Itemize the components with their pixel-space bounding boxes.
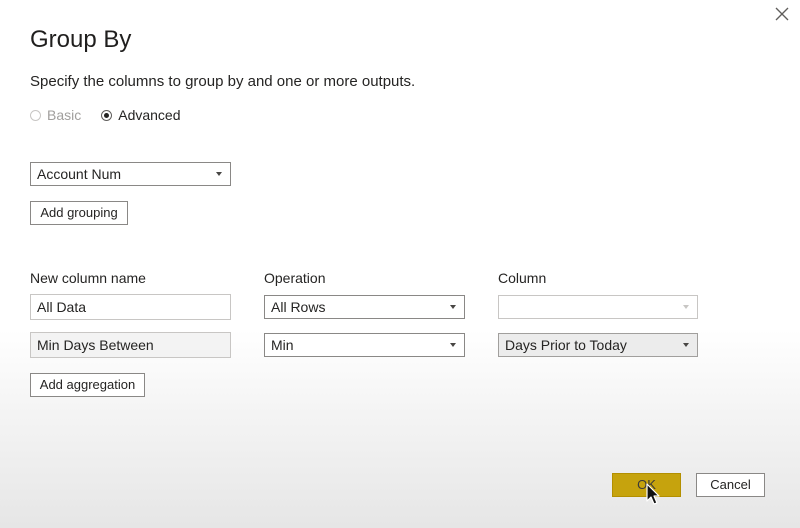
new-column-name-input[interactable]: Min Days Between <box>30 332 231 358</box>
basic-radio[interactable] <box>30 109 41 121</box>
add-aggregation-button[interactable]: Add aggregation <box>30 373 145 397</box>
dialog-subtitle: Specify the columns to group by and one … <box>30 73 416 90</box>
chevron-down-icon <box>450 343 456 347</box>
column-dropdown[interactable]: Days Prior to Today <box>498 333 698 357</box>
dialog-title: Group By <box>30 26 132 53</box>
operation-dropdown[interactable]: Min <box>264 333 465 357</box>
chevron-down-icon <box>216 172 222 176</box>
add-grouping-button[interactable]: Add grouping <box>30 201 128 225</box>
chevron-down-icon <box>683 305 689 309</box>
operation-dropdown[interactable]: All Rows <box>264 295 465 319</box>
group-by-column-dropdown[interactable]: Account Num <box>30 162 231 186</box>
new-column-name-header: New column name <box>30 270 146 286</box>
mode-radio-group: Basic Advanced <box>30 107 181 123</box>
mouse-pointer-icon <box>646 483 662 507</box>
basic-radio-label[interactable]: Basic <box>47 107 81 123</box>
group-by-column-value: Account Num <box>37 166 122 182</box>
cancel-button[interactable]: Cancel <box>696 473 765 497</box>
new-column-name-input[interactable]: All Data <box>30 294 231 320</box>
chevron-down-icon <box>683 343 689 347</box>
operation-header: Operation <box>264 270 326 286</box>
column-dropdown[interactable] <box>498 295 698 319</box>
column-value: Days Prior to Today <box>505 337 627 353</box>
advanced-radio-label[interactable]: Advanced <box>118 107 180 123</box>
operation-value: Min <box>271 337 294 353</box>
chevron-down-icon <box>450 305 456 309</box>
close-icon[interactable] <box>772 4 792 24</box>
column-header: Column <box>498 270 547 286</box>
advanced-radio[interactable] <box>101 109 113 121</box>
operation-value: All Rows <box>271 299 326 315</box>
